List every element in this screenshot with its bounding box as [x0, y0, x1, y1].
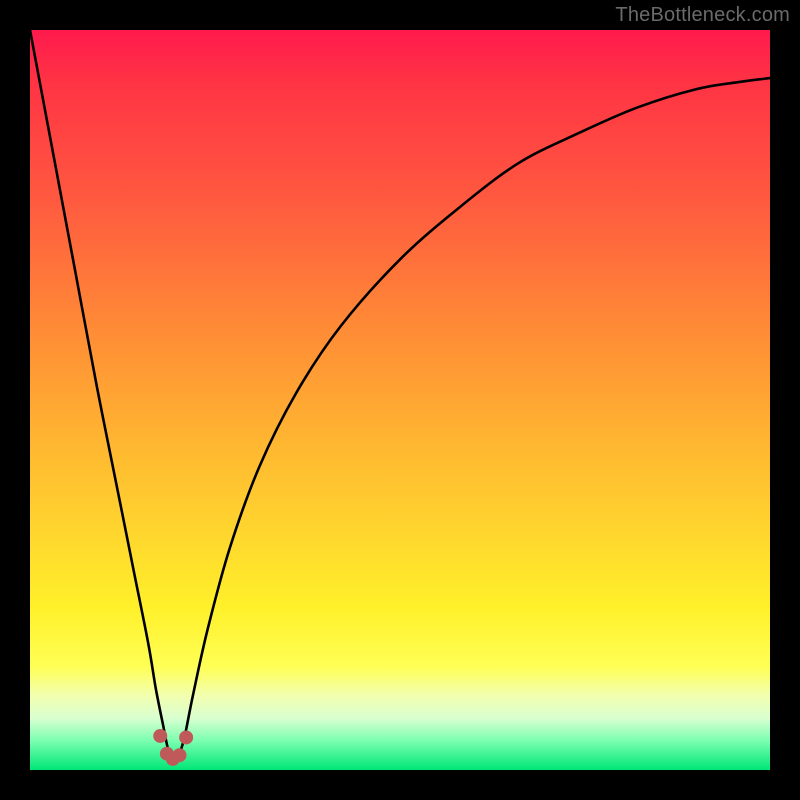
curve-min-marker: [179, 730, 193, 744]
bottleneck-curve: [30, 30, 770, 759]
curve-min-marker: [153, 729, 167, 743]
chart-frame: TheBottleneck.com: [0, 0, 800, 800]
curve-min-markers: [153, 729, 193, 766]
plot-area: [30, 30, 770, 770]
curve-min-marker: [172, 748, 186, 762]
curve-layer: [30, 30, 770, 770]
watermark-text: TheBottleneck.com: [615, 4, 790, 27]
